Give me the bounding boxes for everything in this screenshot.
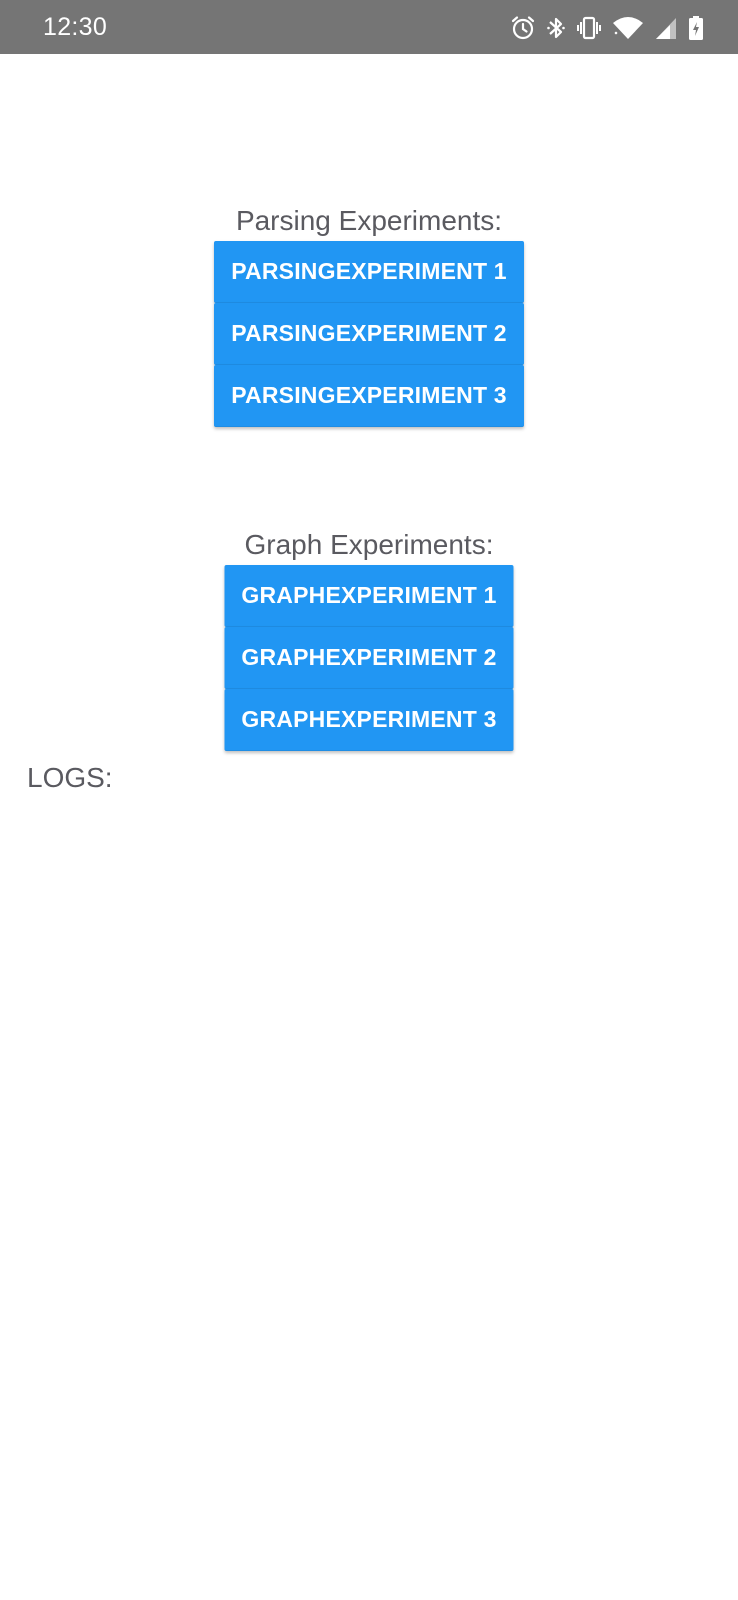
battery-charging-icon [688, 13, 704, 43]
graph-experiments-title: Graph Experiments: [244, 529, 494, 560]
parsing-experiments-title: Parsing Experiments: [235, 205, 503, 236]
status-bar: 12:30 [0, 0, 738, 54]
graph-experiment-3-button[interactable]: GRAPHEXPERIMENT 3 [224, 689, 514, 751]
parsing-experiment-1-button[interactable]: PARSINGEXPERIMENT 1 [214, 241, 524, 303]
status-time: 12:30 [43, 13, 108, 41]
app-screen: 12:30 Parsing Experiments: PARSINGEXPERI… [0, 0, 738, 1600]
logs-label: LOGS: [27, 762, 113, 793]
status-icons [510, 13, 704, 43]
alarm-icon [510, 13, 536, 43]
parsing-experiment-2-button[interactable]: PARSINGEXPERIMENT 2 [214, 303, 524, 365]
cell-signal-icon [654, 13, 678, 43]
graph-experiment-2-button[interactable]: GRAPHEXPERIMENT 2 [224, 627, 514, 689]
wifi-icon [612, 13, 644, 43]
parsing-experiments-buttons: PARSINGEXPERIMENT 1 PARSINGEXPERIMENT 2 … [214, 241, 524, 427]
bluetooth-icon [546, 13, 566, 43]
graph-experiments-buttons: GRAPHEXPERIMENT 1 GRAPHEXPERIMENT 2 GRAP… [224, 565, 514, 751]
graph-experiment-1-button[interactable]: GRAPHEXPERIMENT 1 [224, 565, 514, 627]
parsing-experiment-3-button[interactable]: PARSINGEXPERIMENT 3 [214, 365, 524, 427]
vibrate-icon [576, 13, 602, 43]
